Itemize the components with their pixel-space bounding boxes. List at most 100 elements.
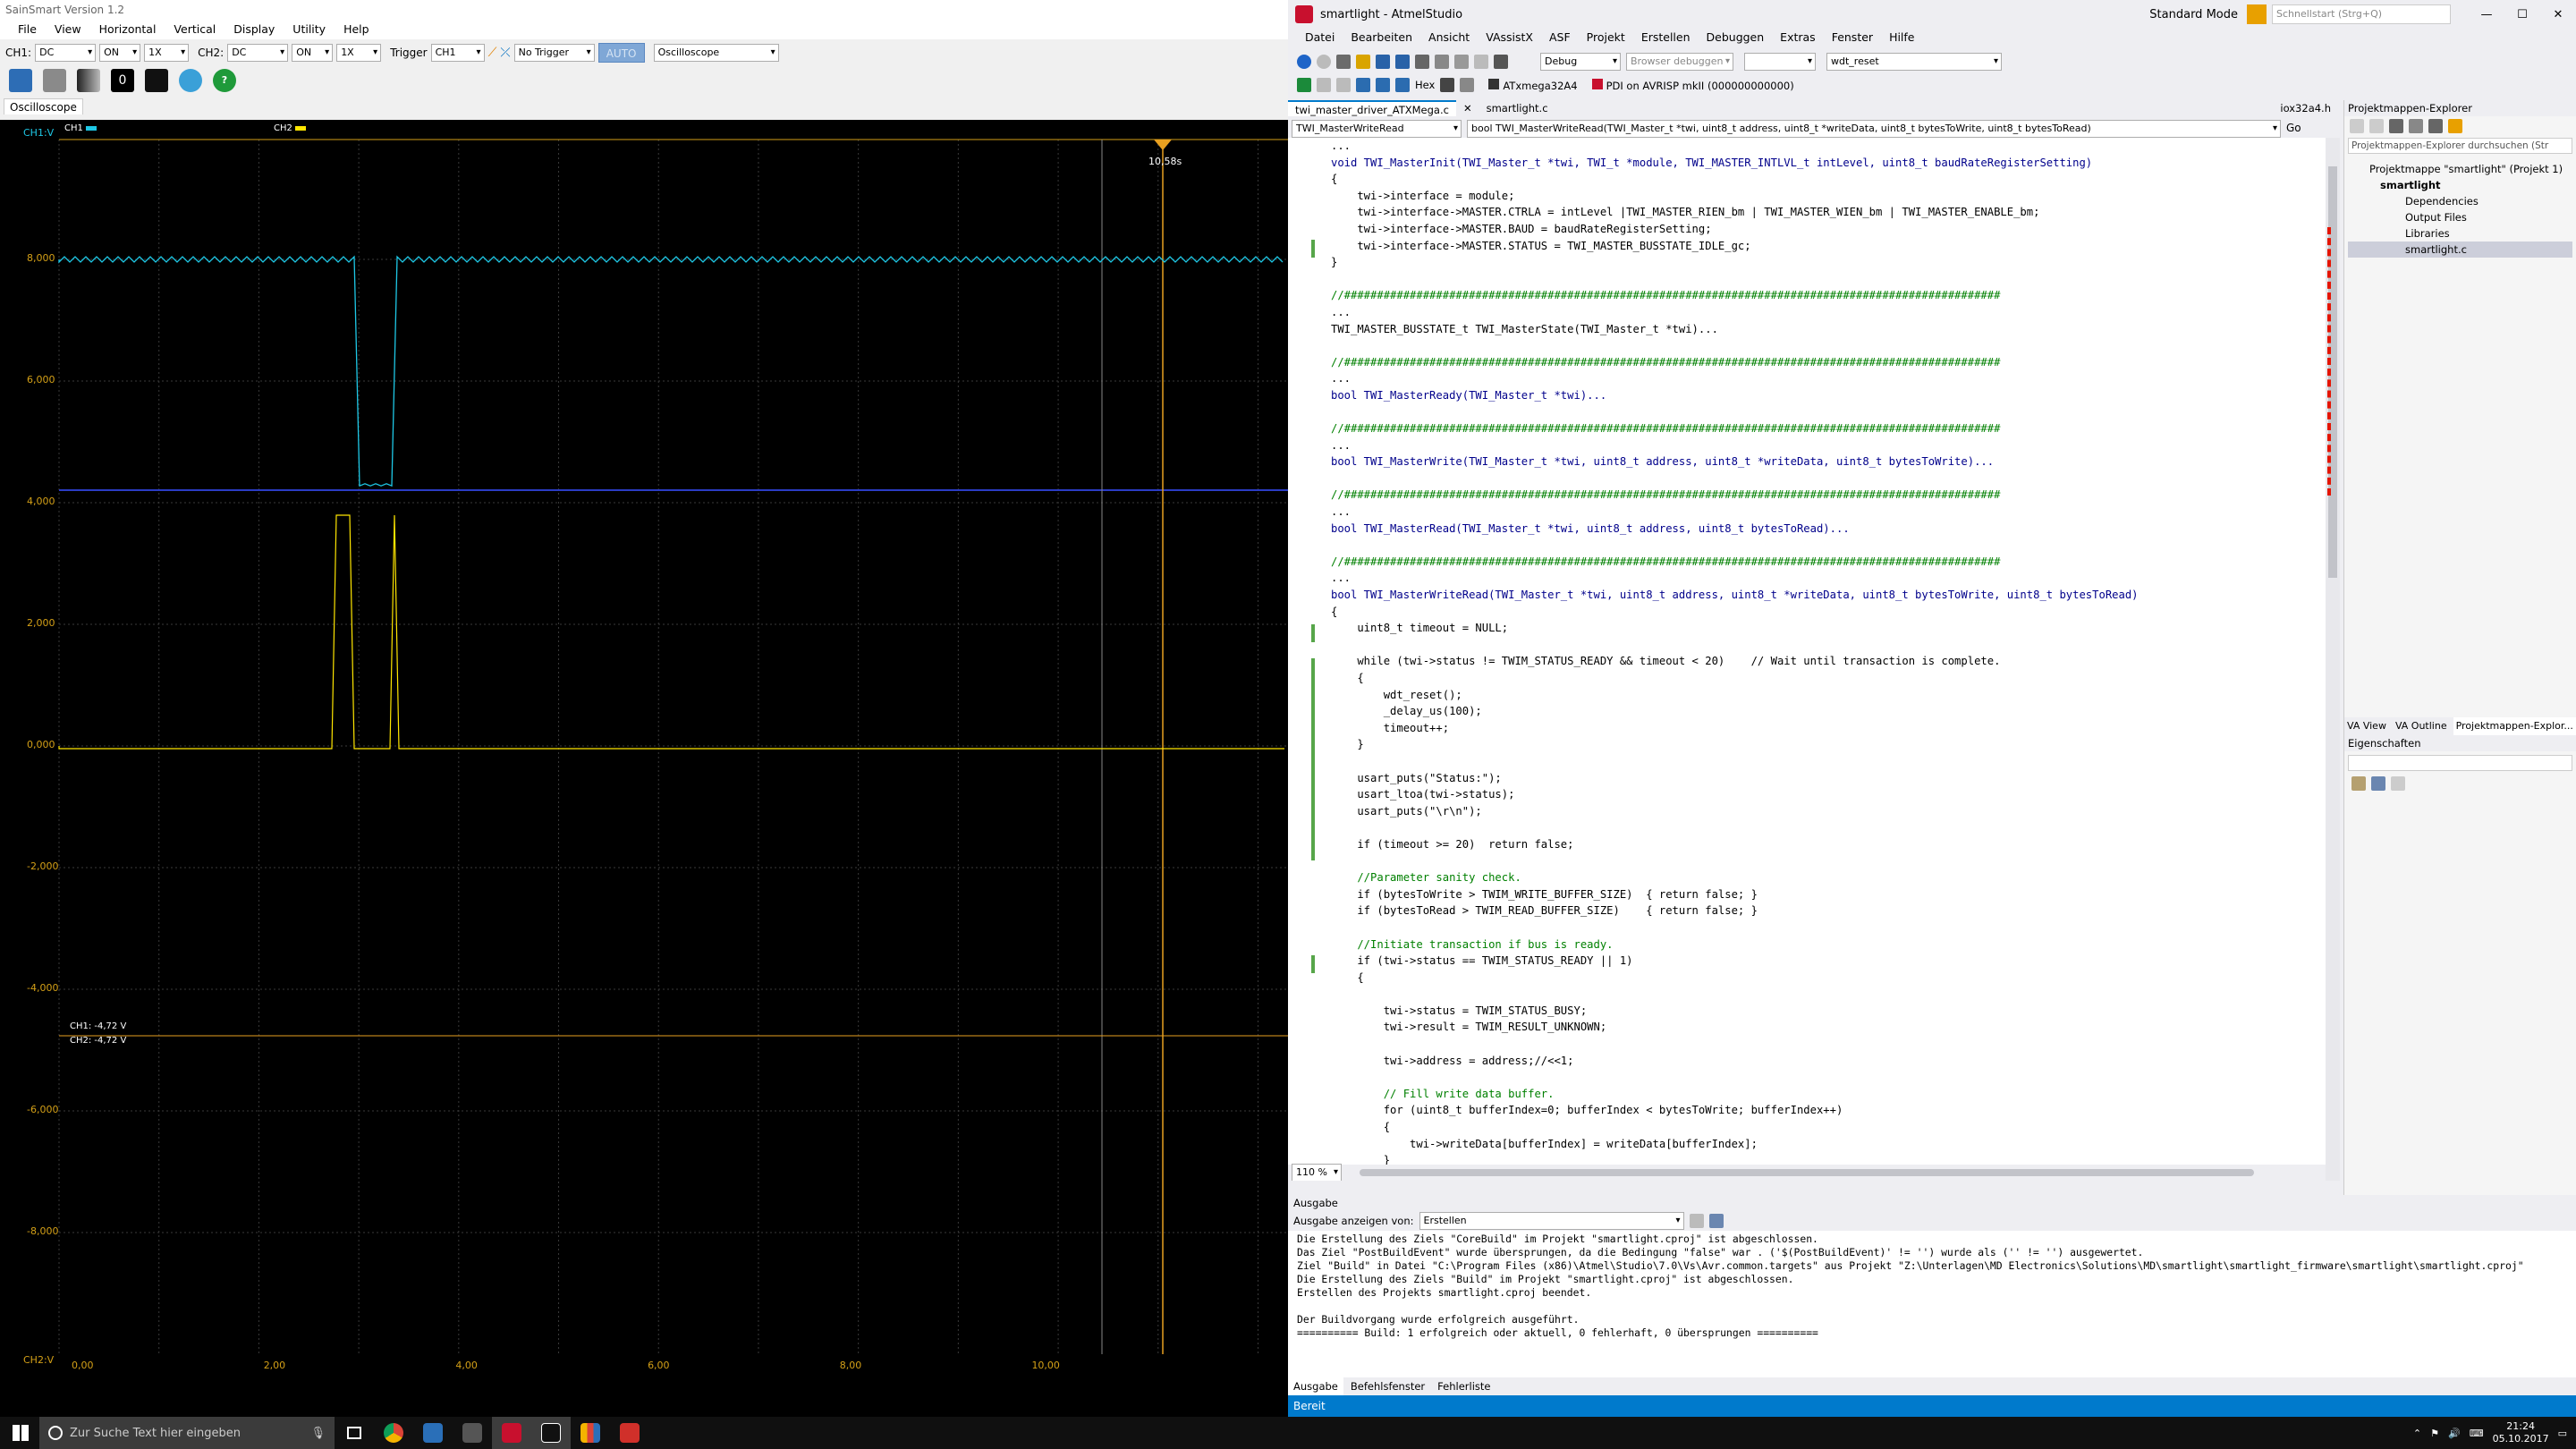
tab-close-icon[interactable]: ✕	[1456, 100, 1479, 116]
blank-select[interactable]	[1744, 53, 1816, 71]
alphabetical-icon[interactable]	[2371, 776, 2385, 791]
go-button[interactable]: Go	[2286, 120, 2301, 136]
open-icon[interactable]	[1356, 55, 1370, 69]
hex-toggle[interactable]: Hex	[1415, 79, 1435, 91]
new-project-icon[interactable]	[1336, 55, 1351, 69]
trigger-source-select[interactable]: CH1	[430, 44, 485, 62]
save-icon[interactable]	[1376, 55, 1390, 69]
volume-icon[interactable]: 🔊	[2448, 1428, 2461, 1439]
tree-smartlight-c[interactable]: smartlight.c	[2348, 242, 2572, 258]
save-icon[interactable]	[9, 69, 32, 92]
categorized-icon[interactable]	[2351, 776, 2366, 791]
tree-dependencies[interactable]: Dependencies	[2348, 193, 2572, 209]
menu-projekt[interactable]: Projekt	[1579, 29, 1633, 47]
menu-help[interactable]: Help	[335, 20, 378, 39]
build-icon[interactable]	[1494, 55, 1508, 69]
camera-icon[interactable]	[145, 69, 168, 92]
quick-launch-input[interactable]: Schnellstart (Strg+Q)	[2272, 4, 2451, 24]
tab-va-outline[interactable]: VA Outline	[2393, 717, 2450, 735]
save-all-icon[interactable]	[1395, 55, 1410, 69]
refresh-icon[interactable]	[179, 69, 202, 92]
microphone-icon[interactable]: 🎙	[310, 1427, 326, 1440]
pin-icon[interactable]	[2448, 119, 2462, 133]
config-select[interactable]: Debug	[1540, 53, 1621, 71]
task-view-icon[interactable]	[335, 1417, 374, 1449]
menu-file[interactable]: File	[9, 20, 46, 39]
scope-select[interactable]: TWI_MasterWriteRead	[1292, 120, 1462, 138]
print-icon[interactable]	[43, 69, 66, 92]
back-icon[interactable]	[1297, 55, 1311, 69]
output-source-select[interactable]: Erstellen	[1419, 1212, 1684, 1230]
tree-libraries[interactable]: Libraries	[2348, 225, 2572, 242]
menu-extras[interactable]: Extras	[1772, 29, 1824, 47]
horizontal-scrollbar[interactable]	[1360, 1169, 2254, 1176]
minimize-button[interactable]: —	[2469, 8, 2504, 21]
menu-vertical[interactable]: Vertical	[165, 20, 225, 39]
ch2-probe-select[interactable]: 1X	[336, 44, 382, 62]
step-over-icon[interactable]	[1376, 78, 1390, 92]
zoom-select[interactable]: 110 %	[1292, 1164, 1342, 1181]
network-icon[interactable]: ⚑	[2430, 1428, 2439, 1439]
filter-icon[interactable]	[2247, 4, 2267, 24]
tab-solution-explorer[interactable]: Projektmappen-Explor...	[2453, 717, 2576, 735]
menu-fenster[interactable]: Fenster	[1824, 29, 1881, 47]
pause-icon[interactable]	[1317, 78, 1331, 92]
notification-icon[interactable]: ▭	[2558, 1428, 2567, 1439]
menu-debuggen[interactable]: Debuggen	[1699, 29, 1773, 47]
chrome-icon[interactable]	[374, 1417, 413, 1449]
tray-chevron-icon[interactable]: ⌃	[2413, 1428, 2421, 1439]
find-select[interactable]: wdt_reset	[1826, 53, 2002, 71]
tab-twi-master-driver[interactable]: twi_master_driver_ATXMega.c	[1288, 100, 1456, 116]
start-icon[interactable]	[13, 1425, 29, 1441]
word-wrap-icon[interactable]	[1708, 1214, 1724, 1228]
properties-object-select[interactable]	[2348, 755, 2572, 771]
tab-va-view[interactable]: VA View	[2344, 717, 2389, 735]
pdf-icon[interactable]	[610, 1417, 649, 1449]
member-select[interactable]: bool TWI_MasterWriteRead(TWI_Master_t *t…	[1467, 120, 2281, 138]
chart-app-icon[interactable]	[571, 1417, 610, 1449]
start-debug-icon[interactable]	[1297, 78, 1311, 92]
properties-icon[interactable]	[2428, 119, 2443, 133]
menu-view[interactable]: View	[46, 20, 90, 39]
tree-solution[interactable]: Projektmappe "smartlight" (Projekt 1)	[2348, 161, 2572, 177]
vertical-scrollbar[interactable]	[2326, 138, 2340, 1181]
clear-output-icon[interactable]	[1689, 1214, 1704, 1228]
tab-smartlight-c[interactable]: smartlight.c	[1479, 100, 1555, 116]
menu-horizontal[interactable]: Horizontal	[90, 20, 165, 39]
device-label[interactable]: ATxmega32A4	[1488, 78, 1578, 92]
close-button[interactable]: ✕	[2540, 8, 2576, 21]
menu-datei[interactable]: Datei	[1297, 29, 1343, 47]
mode-select[interactable]: Oscilloscope	[653, 44, 779, 62]
browser-debug-select[interactable]: Browser debuggen	[1626, 53, 1733, 71]
oscilloscope-icon[interactable]	[531, 1417, 571, 1449]
redo-icon[interactable]	[1474, 55, 1488, 69]
undo-icon[interactable]	[1454, 55, 1469, 69]
ch2-coupling-select[interactable]: DC	[227, 44, 289, 62]
forward-icon[interactable]	[2369, 119, 2384, 133]
menu-hilfe[interactable]: Hilfe	[1881, 29, 1922, 47]
solution-search-input[interactable]: Projektmappen-Explorer durchsuchen (Str	[2348, 138, 2572, 154]
tab-iox32a4-h[interactable]: iox32a4.h	[2273, 100, 2338, 116]
menu-vassistx[interactable]: VAssistX	[1478, 29, 1541, 47]
clock[interactable]: 21:24 05.10.2017	[2493, 1420, 2549, 1445]
export-icon[interactable]	[77, 69, 100, 92]
menu-erstellen[interactable]: Erstellen	[1633, 29, 1699, 47]
back-icon[interactable]	[2350, 119, 2364, 133]
trigger-slope-icon[interactable]: ⤫	[500, 46, 510, 60]
taskbar-search[interactable]: Zur Suche Text hier eingeben 🎙	[39, 1417, 335, 1449]
tree-output-files[interactable]: Output Files	[2348, 209, 2572, 225]
code-editor[interactable]: ... void TWI_MasterInit(TWI_Master_t *twi…	[1288, 138, 2326, 1181]
auto-button[interactable]: AUTO	[597, 43, 645, 63]
keyboard-icon[interactable]: ⌨	[2470, 1428, 2484, 1439]
menu-utility[interactable]: Utility	[284, 20, 335, 39]
sync-icon[interactable]	[2409, 119, 2423, 133]
md-icon[interactable]	[453, 1417, 492, 1449]
menu-bearbeiten[interactable]: Bearbeiten	[1343, 29, 1420, 47]
maximize-button[interactable]: ☐	[2504, 8, 2540, 21]
ch1-probe-select[interactable]: 1X	[144, 44, 190, 62]
ch1-coupling-select[interactable]: DC	[35, 44, 97, 62]
stop-icon[interactable]	[1336, 78, 1351, 92]
menu-asf[interactable]: ASF	[1541, 29, 1579, 47]
tab-befehlsfenster[interactable]: Befehlsfenster	[1345, 1377, 1430, 1395]
trigger-edge-icon[interactable]: ⟋	[488, 46, 497, 60]
